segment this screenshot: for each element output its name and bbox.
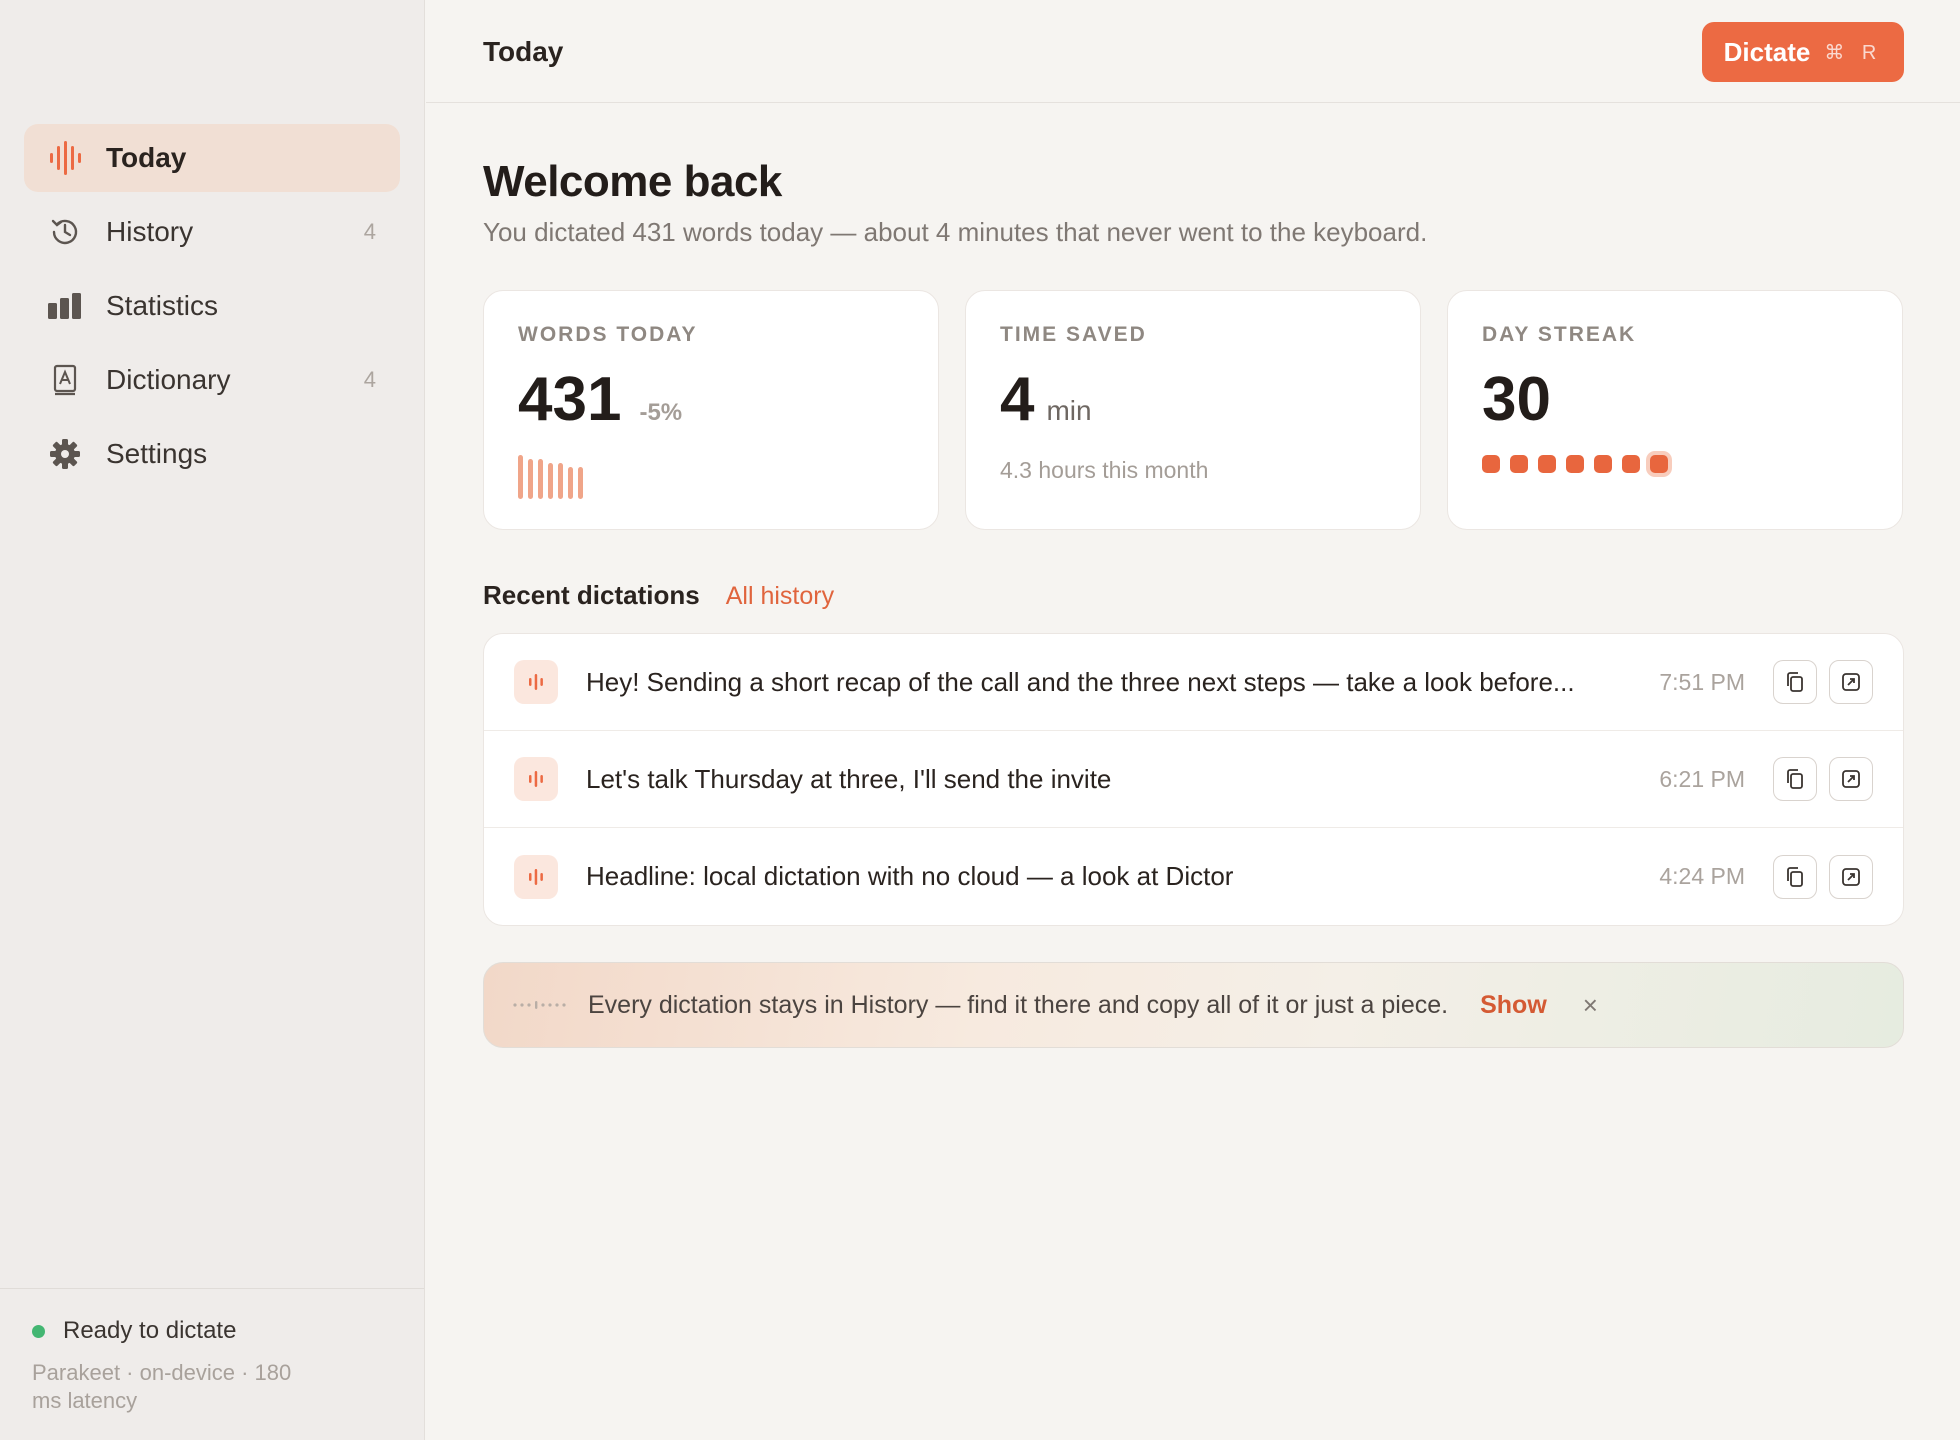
time-saved-card: TIME SAVED 4 min 4.3 hours this month: [965, 290, 1421, 530]
card-label: TIME SAVED: [1000, 323, 1147, 346]
words-sparkline: [518, 455, 904, 499]
status-text: Ready to dictate: [63, 1317, 237, 1344]
streak-dots: [1482, 455, 1868, 473]
engine-info: Parakeet · on-device · 180 ms latency: [32, 1360, 292, 1413]
sidebar-item-dictionary[interactable]: Dictionary 4: [24, 346, 400, 414]
sparkline-bar: [538, 459, 543, 499]
open-external-icon: [1842, 770, 1860, 788]
streak-day-dot: [1622, 455, 1640, 473]
copy-icon: [1787, 866, 1803, 887]
sidebar-item-label: Settings: [106, 438, 208, 469]
copy-button[interactable]: [1773, 854, 1817, 899]
stat-cards: WORDS TODAY 431 -5% TIME SAVED 4 min 4.3: [483, 290, 1904, 530]
dictionary-icon: [48, 363, 82, 397]
waveform-icon: [514, 757, 558, 801]
dictation-text: Hey! Sending a short recap of the call a…: [586, 666, 1575, 697]
sidebar-item-label: Statistics: [106, 290, 219, 321]
bar-chart-icon: [48, 289, 82, 323]
dictation-time: 7:51 PM: [1659, 668, 1745, 695]
sparkline-bar: [558, 463, 563, 499]
card-label: DAY STREAK: [1482, 323, 1637, 346]
all-history-link[interactable]: All history: [726, 582, 834, 611]
tip-show-button[interactable]: Show: [1480, 991, 1547, 1020]
open-button[interactable]: [1829, 660, 1873, 704]
sidebar-item-history[interactable]: History 4: [24, 198, 400, 266]
dictate-shortcut: ⌘ R: [1824, 41, 1883, 64]
recent-header: Recent dictations All history: [483, 580, 1904, 611]
streak-day-dot: [1538, 455, 1556, 473]
sidebar-footer: Ready to dictate Parakeet · on-device · …: [0, 1288, 424, 1440]
copy-icon: [1787, 769, 1803, 789]
streak-today-dot: [1650, 455, 1668, 473]
sidebar-item-settings[interactable]: Settings: [24, 420, 400, 488]
streak-day-dot: [1594, 455, 1612, 473]
recent-title: Recent dictations: [483, 580, 700, 610]
words-today-card: WORDS TODAY 431 -5%: [483, 290, 939, 530]
card-value-row: 4 min: [1000, 367, 1386, 433]
waveform-icon: [48, 141, 82, 175]
close-icon[interactable]: ×: [1583, 990, 1598, 1021]
copy-button[interactable]: [1773, 660, 1817, 704]
dictation-time: 6:21 PM: [1659, 765, 1745, 792]
dictate-button-label: Dictate: [1723, 36, 1811, 67]
sparkline-bar: [528, 459, 533, 499]
status-dot-icon: [32, 1324, 45, 1338]
words-today-value: 431: [518, 365, 622, 434]
waveform-icon: [514, 660, 558, 704]
list-item[interactable]: Let's talk Thursday at three, I'll send …: [484, 731, 1903, 828]
copy-icon: [1787, 672, 1803, 692]
page-title: Today: [483, 36, 564, 67]
history-icon: [48, 215, 82, 249]
sparkline-bar: [568, 467, 573, 499]
sparkline-bar: [578, 467, 583, 499]
recent-dictations-list: Hey! Sending a short recap of the call a…: [483, 633, 1904, 926]
copy-button[interactable]: [1773, 757, 1817, 801]
card-value-row: 30: [1482, 367, 1868, 433]
dictation-text: Let's talk Thursday at three, I'll send …: [586, 763, 1112, 794]
dictate-button[interactable]: Dictate ⌘ R: [1702, 22, 1904, 82]
tip-text: Every dictation stays in History — find …: [588, 990, 1449, 1019]
time-saved-value: 4: [1000, 365, 1035, 434]
header: Today Dictate ⌘ R: [426, 0, 1960, 103]
time-saved-note: 4.3 hours this month: [1000, 457, 1209, 483]
words-today-delta: -5%: [639, 399, 683, 426]
main-content: Welcome back You dictated 431 words toda…: [483, 103, 1904, 1048]
sidebar-item-today[interactable]: Today: [24, 124, 400, 192]
list-item[interactable]: Headline: local dictation with no cloud …: [484, 828, 1903, 925]
dotted-wave-icon: [512, 999, 566, 1011]
card-label: WORDS TODAY: [518, 323, 698, 346]
waveform-icon: [514, 854, 558, 899]
day-streak-value: 30: [1482, 365, 1551, 434]
sidebar-item-label: Dictionary: [106, 364, 231, 395]
sparkline-bar: [548, 463, 553, 499]
status-indicator: Ready to dictate: [32, 1317, 392, 1345]
streak-day-dot: [1482, 455, 1500, 473]
day-streak-card: DAY STREAK 30: [1447, 290, 1903, 530]
streak-day-dot: [1566, 455, 1584, 473]
gear-icon: [48, 437, 82, 471]
open-external-icon: [1842, 673, 1860, 691]
card-value-row: 431 -5%: [518, 367, 904, 433]
tip-banner: Every dictation stays in History — find …: [483, 962, 1904, 1048]
sidebar-item-count: 4: [363, 219, 376, 244]
sidebar-item-label: Today: [106, 142, 187, 173]
open-external-icon: [1842, 867, 1860, 886]
sparkline-bar: [518, 455, 523, 499]
dictation-time: 4:24 PM: [1659, 863, 1745, 889]
sidebar: Today History 4 Statistics Dictionary 4 …: [0, 0, 425, 1440]
streak-day-dot: [1510, 455, 1528, 473]
sidebar-item-statistics[interactable]: Statistics: [24, 272, 400, 340]
list-item[interactable]: Hey! Sending a short recap of the call a…: [484, 634, 1903, 731]
open-button[interactable]: [1829, 854, 1873, 899]
sidebar-nav: Today History 4 Statistics Dictionary 4 …: [24, 124, 400, 494]
time-saved-unit: min: [1046, 395, 1092, 426]
sidebar-item-label: History: [106, 216, 194, 247]
welcome-subtitle: You dictated 431 words today — about 4 m…: [483, 217, 1428, 247]
welcome-heading: Welcome back: [483, 157, 782, 206]
sidebar-item-count: 4: [363, 367, 376, 392]
dictation-text: Headline: local dictation with no cloud …: [586, 861, 1234, 891]
open-button[interactable]: [1829, 757, 1873, 801]
